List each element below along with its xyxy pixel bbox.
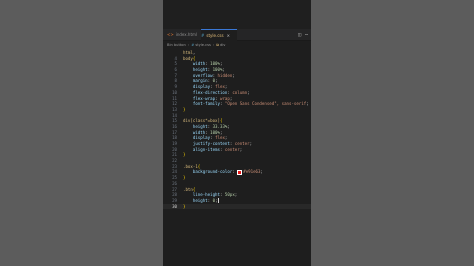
tab-label: style.css [206,33,224,38]
more-actions-icon[interactable]: ⋯ [305,32,308,38]
editor-actions: ◫ ⋯ [294,29,308,41]
code-editor: <> index.html # style.css × ◫ ⋯ Bin button › #… [163,0,311,266]
tab-index-html[interactable]: <> index.html [167,29,201,41]
html-file-icon: <> [167,32,174,37]
code-area[interactable]: html, 4 body{5 width: 100%; 6 height: 100%;… [163,50,311,210]
breadcrumb-file[interactable]: style.css [195,43,210,47]
close-icon[interactable]: × [227,33,230,38]
code-line[interactable]: 30} [163,203,311,210]
code-text: } [183,203,186,209]
breadcrumb: Bin button › # style.css › ⧉ div [167,42,225,49]
chevron-right-icon: › [212,43,215,47]
title-bar [163,0,311,29]
chevron-right-icon: › [187,43,190,47]
tab-label: index.html [175,32,198,37]
left-backdrop [0,0,163,266]
css-file-icon: # [201,33,205,38]
split-editor-icon[interactable]: ◫ [298,32,301,38]
tab-bar: <> index.html # style.css × ◫ ⋯ [163,29,311,41]
css-file-icon: # [191,43,195,47]
breadcrumb-symbol[interactable]: div [220,43,225,47]
line-number: 30 [172,203,177,209]
symbol-icon: ⧉ [216,43,219,47]
breadcrumb-folder[interactable]: Bin button [167,43,186,47]
right-backdrop [311,0,474,266]
vertical-scrollbar[interactable] [307,50,311,266]
tab-style-css[interactable]: # style.css × [201,29,237,41]
